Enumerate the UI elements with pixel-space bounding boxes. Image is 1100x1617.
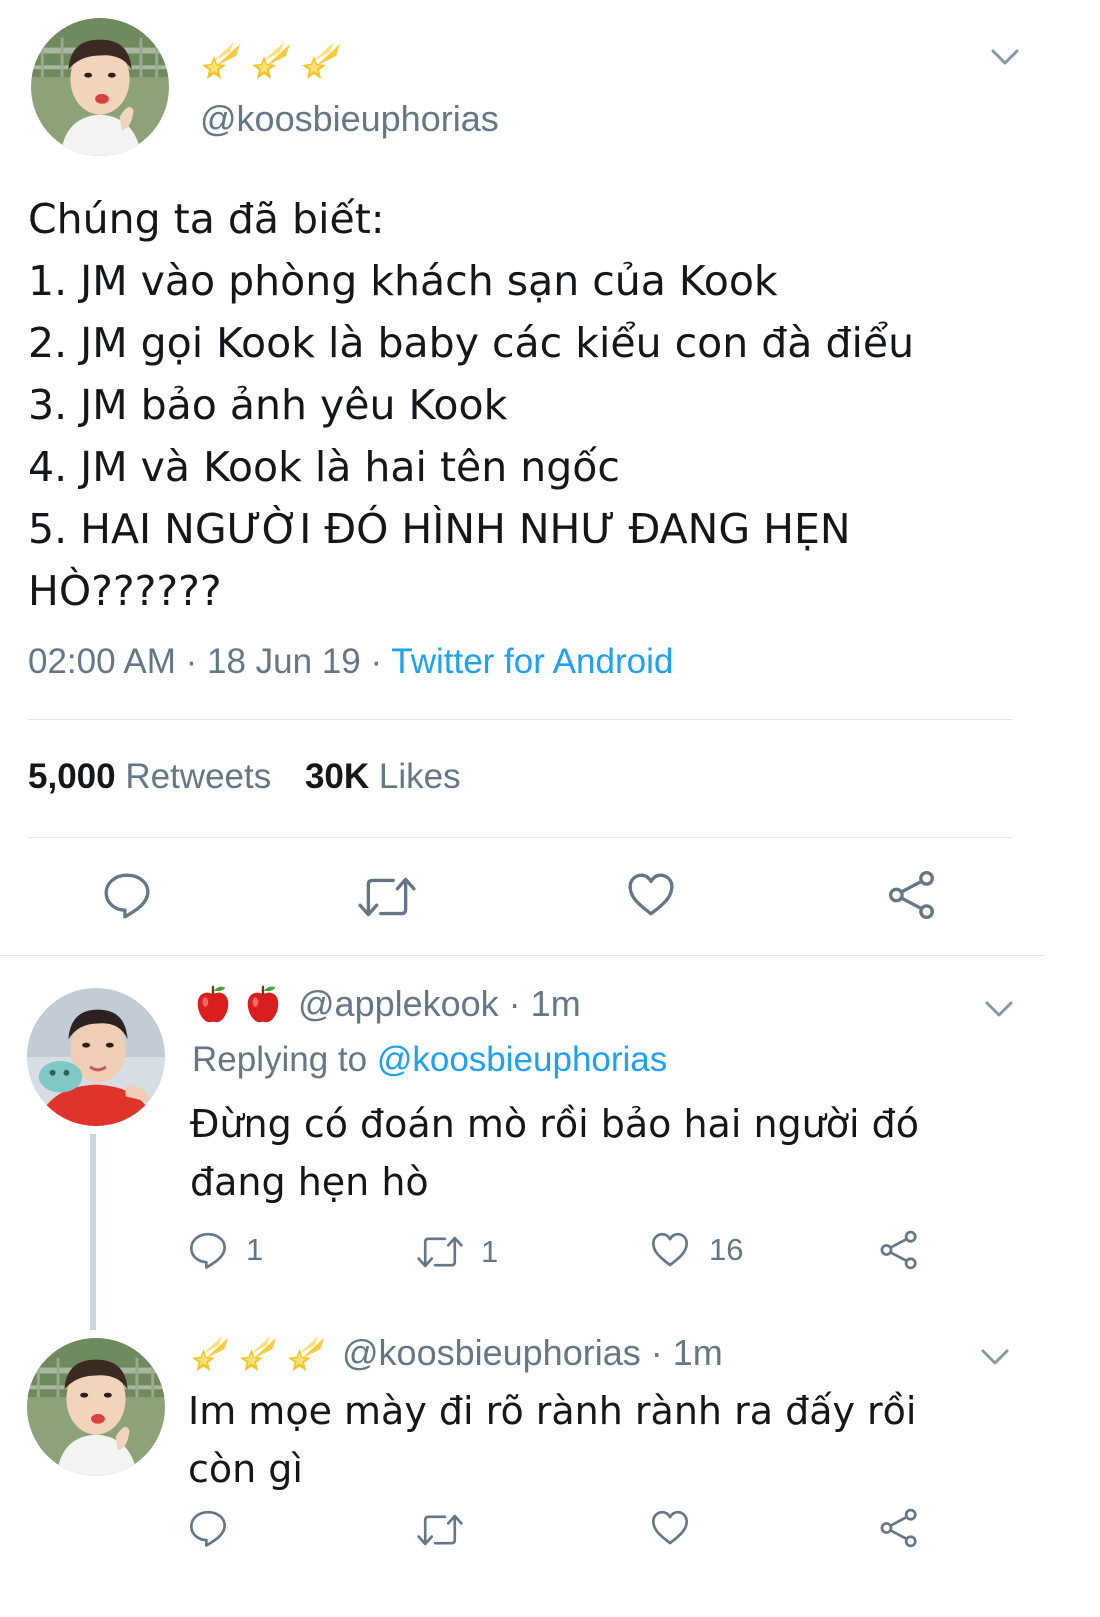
reply-line: đang hẹn hò [190,1160,429,1204]
share-icon [879,1230,919,1270]
shooting-star-icon [286,1332,328,1374]
reply-header: @applekook · 1m [192,983,581,1025]
reply-icon [188,1230,228,1270]
reply-avatar[interactable] [27,1338,165,1476]
tweet-source-link[interactable]: Twitter for Android [391,642,673,681]
heart-icon [649,1508,691,1548]
meta-separator: · [508,983,521,1024]
heart-icon [649,1230,691,1270]
shooting-star-icon [200,38,244,82]
share-icon [887,870,937,920]
thread-line [90,1134,96,1330]
share-button[interactable] [879,1508,919,1548]
likes-stat[interactable]: 30K Likes [305,757,461,796]
share-button[interactable] [887,870,937,920]
reply-icon [188,1508,228,1548]
meta-separator: · [185,642,198,681]
reply-display-name[interactable] [192,983,298,1025]
retweet-button[interactable] [358,872,416,922]
shooting-star-icon [300,38,344,82]
section-divider [0,955,1045,956]
reply-line: còn gì [188,1447,303,1491]
reply-count: 1 [246,1232,264,1267]
likes-label: Likes [378,757,461,796]
share-icon [879,1508,919,1548]
retweet-button[interactable]: 1 [417,1232,498,1272]
replying-to-label: Replying to [192,1040,368,1079]
replying-to-handle[interactable]: @koosbieuphorias [377,1040,667,1079]
reply-handle[interactable]: @applekook [298,983,499,1025]
heart-icon [625,870,677,920]
likes-count: 30K [304,757,370,796]
like-button[interactable] [625,870,677,920]
like-button[interactable] [649,1508,691,1548]
share-button[interactable] [879,1230,919,1270]
reply-text: Đừng có đoán mò rồi bảo hai người đó đan… [190,1095,919,1211]
retweet-button[interactable] [417,1510,463,1550]
reply-text: Im mọe mày đi rõ rành rành ra đấy rồi cò… [188,1382,916,1498]
retweets-stat[interactable]: 5,000 Retweets [28,757,281,796]
shooting-star-icon [190,1332,232,1374]
meta-separator: · [650,1332,663,1373]
retweet-count: 1 [481,1234,499,1269]
reply-button[interactable]: 1 [188,1230,263,1270]
reply-button[interactable] [188,1508,228,1548]
reply-icon [102,870,152,920]
reply-line: Im mọe mày đi rõ rành rành ra đấy rồi [188,1389,917,1433]
retweets-count: 5,000 [28,757,116,796]
main-display-name[interactable] [200,38,344,82]
like-count: 16 [709,1232,744,1267]
main-handle[interactable]: @koosbieuphorias [200,98,499,140]
reply-button[interactable] [102,870,152,920]
tweet-line: HÒ?????? [28,567,222,615]
retweet-icon [358,872,416,922]
tweet-meta: 02:00 AM · 18 Jun 19 · Twitter for Andro… [28,642,673,682]
tweet-time: 02:00 AM [28,642,176,681]
shooting-star-icon [238,1332,280,1374]
retweets-label: Retweets [125,757,272,796]
tweet-line: 1. JM vào phòng khách sạn của Kook [28,257,778,305]
reply-display-name[interactable] [190,1332,342,1374]
chevron-down-icon[interactable] [984,998,1014,1020]
tweet-stats: 5,000 Retweets 30K Likes [28,757,461,797]
reply-handle[interactable]: @koosbieuphorias [342,1332,641,1374]
reply-time: 1m [530,983,581,1024]
tweet-line: 5. HAI NGƯỜI ĐÓ HÌNH NHƯ ĐANG HẸN [28,505,851,553]
divider [28,719,1013,720]
red-apple-icon [242,983,284,1025]
divider [28,837,1013,838]
main-tweet-text: Chúng ta đã biết: 1. JM vào phòng khách … [28,188,1028,622]
main-tweet-avatar[interactable] [31,18,169,156]
tweet-date: 18 Jun 19 [207,642,361,681]
tweet-line: 4. JM và Kook là hai tên ngốc [28,443,620,491]
shooting-star-icon [250,38,294,82]
red-apple-icon [192,983,234,1025]
tweet-line: 3. JM bảo ảnh yêu Kook [28,381,508,429]
reply-avatar[interactable] [27,988,165,1126]
retweet-icon [417,1232,463,1272]
tweet-line: Chúng ta đã biết: [28,195,385,243]
reply-header: @koosbieuphorias · 1m [190,1332,723,1374]
retweet-icon [417,1510,463,1550]
chevron-down-icon[interactable] [980,1346,1010,1368]
replying-to: Replying to @koosbieuphorias [192,1040,667,1080]
tweet-line: 2. JM gọi Kook là baby các kiểu con đà đ… [28,319,915,367]
meta-separator: · [370,642,383,681]
chevron-down-icon[interactable] [990,46,1020,68]
reply-time: 1m [672,1332,723,1373]
reply-line: Đừng có đoán mò rồi bảo hai người đó [190,1102,919,1146]
like-button[interactable]: 16 [649,1230,743,1270]
